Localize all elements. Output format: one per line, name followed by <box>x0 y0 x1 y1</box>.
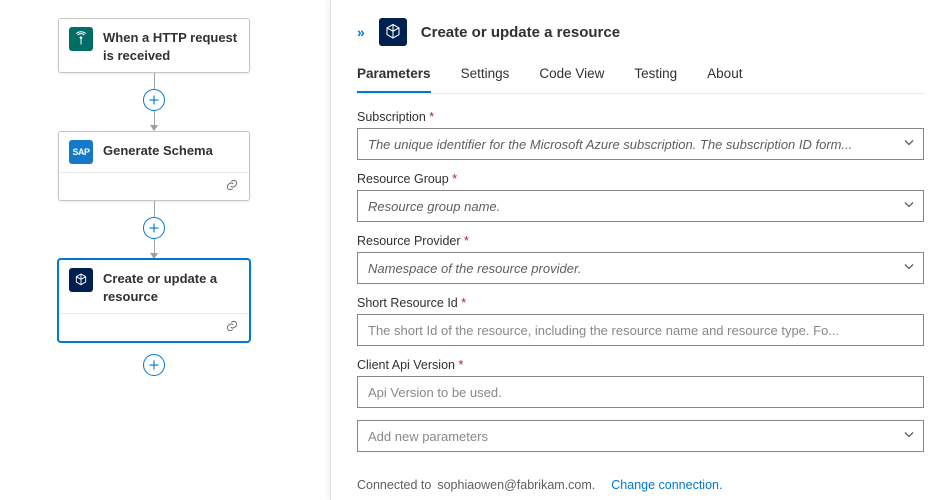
field-label-subscription: Subscription * <box>357 110 924 124</box>
field-input-subscription[interactable]: The unique identifier for the Microsoft … <box>357 128 924 160</box>
arm-icon <box>69 268 93 292</box>
chevron-down-icon <box>903 261 915 276</box>
tab-parameters[interactable]: Parameters <box>357 66 431 93</box>
field-placeholder: Api Version to be used. <box>368 385 502 400</box>
field-label-resource-group: Resource Group * <box>357 172 924 186</box>
workflow-canvas: When a HTTP request is received SAP Genera… <box>0 0 330 500</box>
field-input-resource-group[interactable]: Resource group name. <box>357 190 924 222</box>
connector <box>143 73 165 131</box>
workflow-node-http[interactable]: When a HTTP request is received <box>58 18 250 73</box>
link-icon <box>225 319 239 336</box>
field-input-client-api-version[interactable]: Api Version to be used. <box>357 376 924 408</box>
connector <box>143 201 165 259</box>
field-placeholder: Namespace of the resource provider. <box>368 261 581 276</box>
insert-step-button[interactable] <box>143 217 165 239</box>
workflow-node-sap[interactable]: SAP Generate Schema <box>58 131 250 201</box>
connection-footer: Connected to sophiaowen@fabrikam.com. Ch… <box>357 478 924 492</box>
tab-about[interactable]: About <box>707 66 742 93</box>
field-input-resource-provider[interactable]: Namespace of the resource provider. <box>357 252 924 284</box>
chevron-down-icon <box>903 199 915 214</box>
add-new-parameters-dropdown[interactable]: Add new parameters <box>357 420 924 452</box>
chevron-down-icon <box>903 137 915 152</box>
insert-step-button[interactable] <box>143 89 165 111</box>
collapse-panel-icon[interactable]: » <box>357 24 365 40</box>
field-input-short-resource-id[interactable]: The short Id of the resource, including … <box>357 314 924 346</box>
change-connection-link[interactable]: Change connection. <box>611 478 722 492</box>
workflow-node-arm[interactable]: Create or update a resource <box>58 259 250 342</box>
sap-icon: SAP <box>69 140 93 164</box>
link-icon <box>225 178 239 195</box>
field-label-resource-provider: Resource Provider * <box>357 234 924 248</box>
field-placeholder: The short Id of the resource, including … <box>368 323 839 338</box>
node-title: Generate Schema <box>103 140 213 160</box>
tab-settings[interactable]: Settings <box>461 66 510 93</box>
field-placeholder: The unique identifier for the Microsoft … <box>368 137 852 152</box>
connection-account: sophiaowen@fabrikam.com. <box>437 478 595 492</box>
tab-code-view[interactable]: Code View <box>539 66 604 93</box>
panel-action-icon <box>379 18 407 46</box>
panel-title: Create or update a resource <box>421 24 620 41</box>
chevron-down-icon <box>903 429 915 444</box>
node-title: When a HTTP request is received <box>103 27 239 64</box>
panel-tabs: Parameters Settings Code View Testing About <box>357 66 924 94</box>
field-label-short-resource-id: Short Resource Id * <box>357 296 924 310</box>
node-title: Create or update a resource <box>103 268 239 305</box>
connection-prefix: Connected to <box>357 478 431 492</box>
tab-testing[interactable]: Testing <box>634 66 677 93</box>
add-step-button[interactable] <box>143 354 165 376</box>
add-new-parameters-label: Add new parameters <box>368 429 488 444</box>
field-label-client-api-version: Client Api Version * <box>357 358 924 372</box>
field-placeholder: Resource group name. <box>368 199 500 214</box>
details-panel: » Create or update a resource Parameters… <box>330 0 950 500</box>
http-icon <box>69 27 93 51</box>
